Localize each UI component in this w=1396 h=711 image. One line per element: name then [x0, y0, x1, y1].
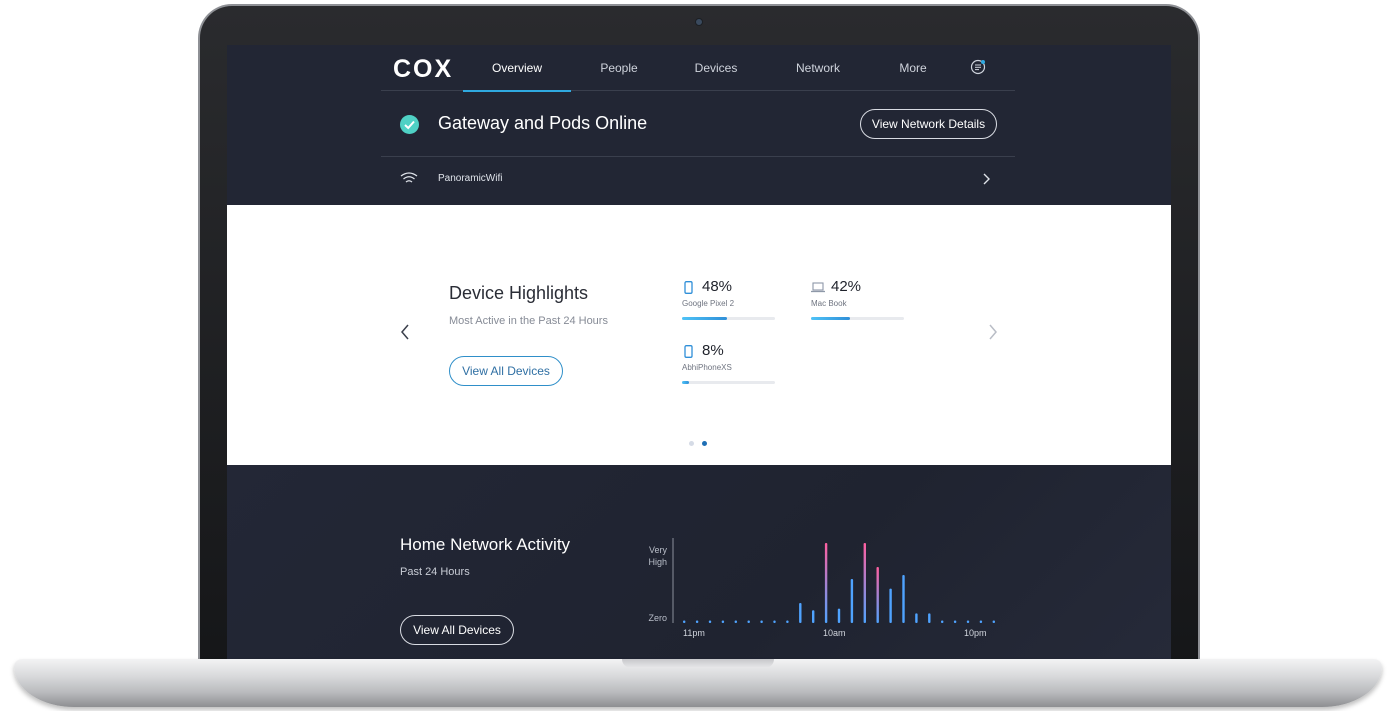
laptop-icon [811, 282, 825, 293]
activity-bar [876, 567, 879, 623]
activity-title: Home Network Activity [400, 535, 571, 554]
gateway-status-title: Gateway and Pods Online [438, 113, 648, 133]
activity-bar [992, 620, 995, 623]
tab-more[interactable]: More [871, 45, 955, 91]
activity-bar [721, 620, 725, 623]
activity-bar [824, 543, 828, 623]
device-percent: 42% [831, 278, 862, 295]
carousel-dot[interactable] [689, 441, 694, 446]
device-highlights-card: Device Highlights Most Active in the Pas… [227, 205, 1171, 465]
device-highlights-subtitle: Most Active in the Past 24 Hours [449, 315, 608, 327]
device-percent: 48% [702, 278, 733, 295]
usage-bar [682, 381, 775, 384]
device-percent: 8% [702, 342, 724, 359]
usage-bar-fill [682, 381, 690, 384]
activity-bar [812, 610, 815, 623]
check-circle-icon [400, 115, 419, 134]
activity-bar [747, 620, 750, 623]
tab-overview[interactable]: Overview [463, 45, 571, 92]
chat-list-icon[interactable] [970, 59, 986, 75]
tab-network[interactable]: Network [765, 45, 871, 91]
phone-icon [684, 281, 693, 294]
device-name: Google Pixel 2 [682, 299, 735, 308]
wifi-network-row[interactable]: PanoramicWifi [381, 157, 1015, 205]
top-nav: COX Overview People Devices Network More [381, 45, 1015, 92]
activity-bar [941, 620, 944, 623]
activity-bar [708, 620, 712, 623]
tab-devices[interactable]: Devices [667, 45, 765, 91]
usage-bar [682, 317, 775, 320]
wifi-network-name: PanoramicWifi [438, 173, 503, 184]
usage-bar [811, 317, 904, 320]
activity-chart: Very High Zero 11pm 10am 10pm [637, 535, 997, 645]
activity-bar [683, 620, 686, 623]
activity-view-all-devices-button[interactable]: View All Devices [400, 615, 514, 645]
chevron-right-icon[interactable] [981, 172, 991, 186]
activity-bar [889, 588, 892, 623]
x-tick-label: 10am [823, 628, 846, 638]
activity-bar [915, 613, 918, 623]
activity-bar [902, 575, 905, 623]
x-tick-label: 10pm [964, 628, 987, 638]
activity-bar [786, 620, 789, 623]
carousel-dot-active[interactable] [702, 441, 707, 446]
activity-subtitle: Past 24 Hours [400, 566, 470, 578]
cox-logo[interactable]: COX [393, 55, 453, 84]
home-network-activity: Home Network Activity Past 24 Hours View… [227, 465, 1171, 675]
wifi-icon [400, 172, 418, 183]
usage-bar-fill [682, 317, 727, 320]
activity-bar [928, 613, 931, 623]
device-name: AbhiPhoneXS [682, 363, 732, 372]
carousel-next-icon[interactable] [987, 323, 999, 341]
camera-icon [695, 18, 703, 26]
activity-bar [799, 603, 802, 623]
activity-bar [734, 620, 737, 623]
activity-bar [695, 620, 699, 623]
activity-bar [760, 620, 763, 623]
view-network-details-button[interactable]: View Network Details [860, 109, 997, 139]
laptop-notch [622, 659, 774, 668]
activity-bar [966, 620, 970, 623]
gateway-status-row: Gateway and Pods Online View Network Det… [381, 92, 1015, 157]
phone-icon [684, 345, 693, 358]
activity-bar [979, 620, 983, 623]
x-tick-label: 11pm [683, 628, 705, 638]
activity-bar [850, 579, 854, 623]
view-all-devices-button[interactable]: View All Devices [449, 356, 563, 386]
activity-bar [863, 543, 866, 623]
activity-bar [953, 620, 957, 623]
carousel-prev-icon[interactable] [399, 323, 411, 341]
usage-bar-fill [811, 317, 851, 320]
activity-bar [837, 608, 841, 623]
device-name: Mac Book [811, 299, 847, 308]
device-highlights-title: Device Highlights [449, 283, 589, 303]
activity-bar [773, 620, 776, 623]
app-screen: COX Overview People Devices Network More… [227, 45, 1171, 675]
tab-people[interactable]: People [571, 45, 667, 91]
